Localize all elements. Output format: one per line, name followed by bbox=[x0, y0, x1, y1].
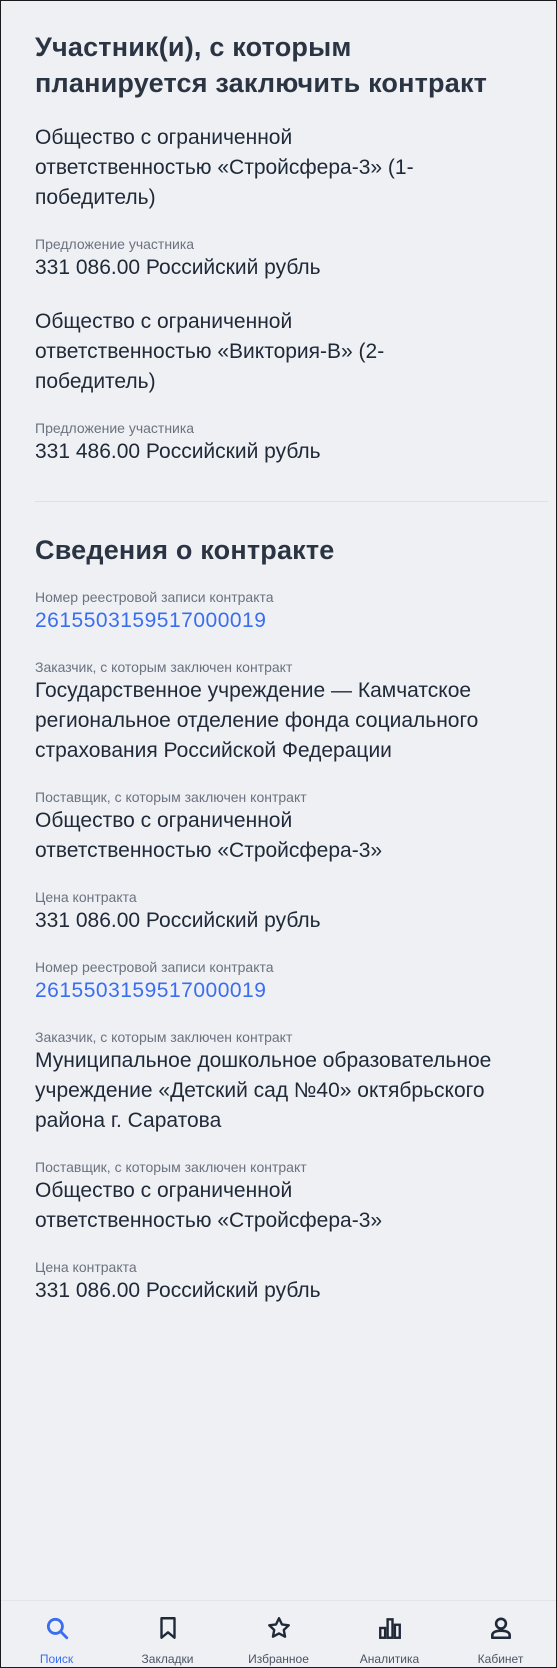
offer-value: 331 086.00 Российский рубль bbox=[35, 256, 321, 279]
registry-number-link[interactable]: 2615503159517000019 bbox=[35, 976, 548, 1006]
contract-title: Сведения о контракте bbox=[35, 535, 335, 565]
price-label: Цена контракта bbox=[35, 889, 137, 905]
tab-label: Кабинет bbox=[477, 1652, 524, 1666]
participant-name: Общество с ограниченной ответственностью… bbox=[35, 310, 385, 393]
supplier-label: Поставщик, с которым заключен контракт bbox=[35, 1159, 307, 1175]
tab-bookmarks[interactable]: Закладки bbox=[120, 1601, 216, 1666]
bookmark-icon bbox=[155, 1615, 181, 1646]
price-label: Цена контракта bbox=[35, 1259, 137, 1275]
price-value: 331 086.00 Российский рубль bbox=[35, 1279, 321, 1302]
registry-number-link[interactable]: 2615503159517000019 bbox=[35, 606, 548, 636]
screen: Участник(и), с которым планируется заклю… bbox=[0, 0, 557, 1668]
tab-label: Закладки bbox=[141, 1652, 194, 1666]
customer-label: Заказчик, с которым заключен контракт bbox=[35, 659, 293, 675]
bottom-tab-bar: Поиск Закладки Избранное Аналитика Кабин… bbox=[1, 1600, 556, 1667]
analytics-icon bbox=[377, 1615, 403, 1646]
customer-value: Муниципальное дошкольное образовательное… bbox=[35, 1049, 492, 1132]
tab-favorites[interactable]: Избранное bbox=[231, 1601, 327, 1666]
registry-number-label: Номер реестровой записи контракта bbox=[35, 959, 274, 975]
offer-label: Предложение участника bbox=[35, 236, 195, 252]
search-icon bbox=[44, 1615, 70, 1646]
registry-number-label: Номер реестровой записи контракта bbox=[35, 589, 274, 605]
tab-label: Избранное bbox=[248, 1652, 309, 1666]
customer-label: Заказчик, с которым заключен контракт bbox=[35, 1029, 293, 1045]
tab-analytics[interactable]: Аналитика bbox=[342, 1601, 438, 1666]
user-icon bbox=[488, 1615, 514, 1646]
tab-cabinet[interactable]: Кабинет bbox=[453, 1601, 549, 1666]
tab-label: Поиск bbox=[39, 1652, 74, 1666]
price-value: 331 086.00 Российский рубль bbox=[35, 909, 321, 932]
content: Участник(и), с которым планируется заклю… bbox=[35, 29, 548, 1306]
customer-value: Государственное учреждение — Камчатское … bbox=[35, 679, 479, 762]
offer-label: Предложение участника bbox=[35, 420, 195, 436]
star-icon bbox=[266, 1615, 292, 1646]
offer-value: 331 486.00 Российский рубль bbox=[35, 440, 321, 463]
supplier-label: Поставщик, с которым заключен контракт bbox=[35, 789, 307, 805]
tab-label: Аналитика bbox=[359, 1652, 420, 1666]
participants-title: Участник(и), с которым планируется заклю… bbox=[35, 32, 488, 98]
divider bbox=[35, 501, 548, 502]
supplier-value: Общество с ограниченной ответственностью… bbox=[35, 1179, 383, 1232]
supplier-value: Общество с ограниченной ответственностью… bbox=[35, 809, 383, 862]
tab-search[interactable]: Поиск bbox=[9, 1601, 105, 1666]
participant-name: Общество с ограниченной ответственностью… bbox=[35, 126, 414, 209]
